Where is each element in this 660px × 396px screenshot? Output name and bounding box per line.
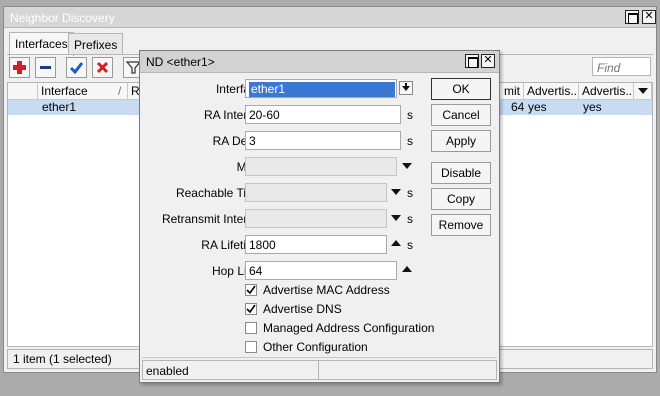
remove-button[interactable] xyxy=(35,57,56,78)
minus-icon xyxy=(40,66,51,69)
ra-delay-unit: s xyxy=(407,134,413,148)
checkmark-icon xyxy=(246,304,256,314)
hop-limit-collapse-icon[interactable] xyxy=(402,266,412,272)
column-chooser[interactable] xyxy=(634,83,652,100)
column-header-hop-limit[interactable]: mit xyxy=(501,83,524,100)
column-header-interface[interactable]: Interface / xyxy=(38,83,128,100)
dropdown-icon[interactable] xyxy=(399,81,413,95)
reachable-time-field[interactable] xyxy=(245,183,387,202)
managed-address-config-checkbox[interactable] xyxy=(245,322,257,334)
tab-interfaces[interactable]: Interfaces xyxy=(9,32,74,56)
ra-lifetime-unit: s xyxy=(407,238,413,252)
advertise-mac-checkbox[interactable] xyxy=(245,284,257,296)
mtu-field[interactable] xyxy=(245,157,397,176)
find-input[interactable] xyxy=(592,57,651,76)
ok-button[interactable]: OK xyxy=(431,78,491,100)
dialog-title-bar[interactable]: ND <ether1> ✕ xyxy=(140,51,499,73)
window-title: Neighbor Discovery xyxy=(10,11,115,25)
cancel-button[interactable]: Cancel xyxy=(431,104,491,126)
cross-icon xyxy=(96,61,109,74)
hop-limit-field[interactable]: 64 xyxy=(245,261,397,280)
ra-lifetime-collapse-icon[interactable] xyxy=(391,240,401,246)
row-hop-limit: 64 xyxy=(511,100,525,114)
ra-interval-field[interactable]: 20-60 xyxy=(245,105,401,124)
ra-lifetime-field[interactable]: 1800 xyxy=(245,235,387,254)
status-text: 1 item (1 selected) xyxy=(13,352,112,366)
checkmark-icon xyxy=(246,285,256,295)
dialog-divider xyxy=(142,357,497,358)
tab-prefixes[interactable]: Prefixes xyxy=(68,33,124,55)
reachable-time-dropdown-icon[interactable] xyxy=(391,189,401,195)
close-icon[interactable]: ✕ xyxy=(642,10,656,24)
add-button[interactable] xyxy=(9,57,30,78)
check-icon xyxy=(69,62,84,75)
column-header-advertise-mac[interactable]: Advertis... xyxy=(524,83,579,100)
disable-button[interactable] xyxy=(92,57,113,78)
dialog-status-text: enabled xyxy=(146,364,189,378)
dialog-status-bar: enabled xyxy=(142,360,497,380)
maximize-icon[interactable] xyxy=(625,10,639,24)
sort-icon: / xyxy=(118,84,122,98)
advertise-mac-label: Advertise MAC Address xyxy=(263,283,390,297)
retransmit-interval-dropdown-icon[interactable] xyxy=(391,215,401,221)
copy-button[interactable]: Copy xyxy=(431,188,491,210)
enable-button[interactable] xyxy=(66,57,87,78)
ra-delay-field[interactable]: 3 xyxy=(245,131,401,150)
column-header-advertise-dns[interactable]: Advertis... xyxy=(579,83,634,100)
window-title-bar[interactable]: Neighbor Discovery ✕ xyxy=(4,7,656,28)
advertise-dns-checkbox[interactable] xyxy=(245,303,257,315)
close-icon[interactable]: ✕ xyxy=(481,54,495,68)
row-advertise-mac: yes xyxy=(528,100,547,114)
nd-ether1-dialog: ND <ether1> ✕ Interface: ether1 RA Inter… xyxy=(139,50,500,383)
column-header-flags[interactable] xyxy=(8,83,38,100)
ra-interval-unit: s xyxy=(407,108,413,122)
disable-button[interactable]: Disable xyxy=(431,162,491,184)
mtu-dropdown-icon[interactable] xyxy=(402,163,412,169)
chevron-down-icon xyxy=(638,88,648,94)
reachable-time-unit: s xyxy=(407,186,413,200)
plus-icon xyxy=(13,61,26,74)
remove-button[interactable]: Remove xyxy=(431,214,491,236)
other-config-checkbox[interactable] xyxy=(245,341,257,353)
retransmit-interval-field[interactable] xyxy=(245,209,387,228)
dialog-title: ND <ether1> xyxy=(146,55,215,69)
maximize-icon[interactable] xyxy=(465,54,479,68)
retransmit-interval-unit: s xyxy=(407,212,413,226)
row-interface: ether1 xyxy=(42,100,77,114)
interface-select[interactable]: ether1 xyxy=(245,79,397,98)
apply-button[interactable]: Apply xyxy=(431,130,491,152)
managed-address-config-label: Managed Address Configuration xyxy=(263,321,435,335)
status-divider xyxy=(318,361,319,379)
advertise-dns-label: Advertise DNS xyxy=(263,302,342,316)
row-advertise-dns: yes xyxy=(583,100,602,114)
other-config-label: Other Configuration xyxy=(263,340,368,354)
